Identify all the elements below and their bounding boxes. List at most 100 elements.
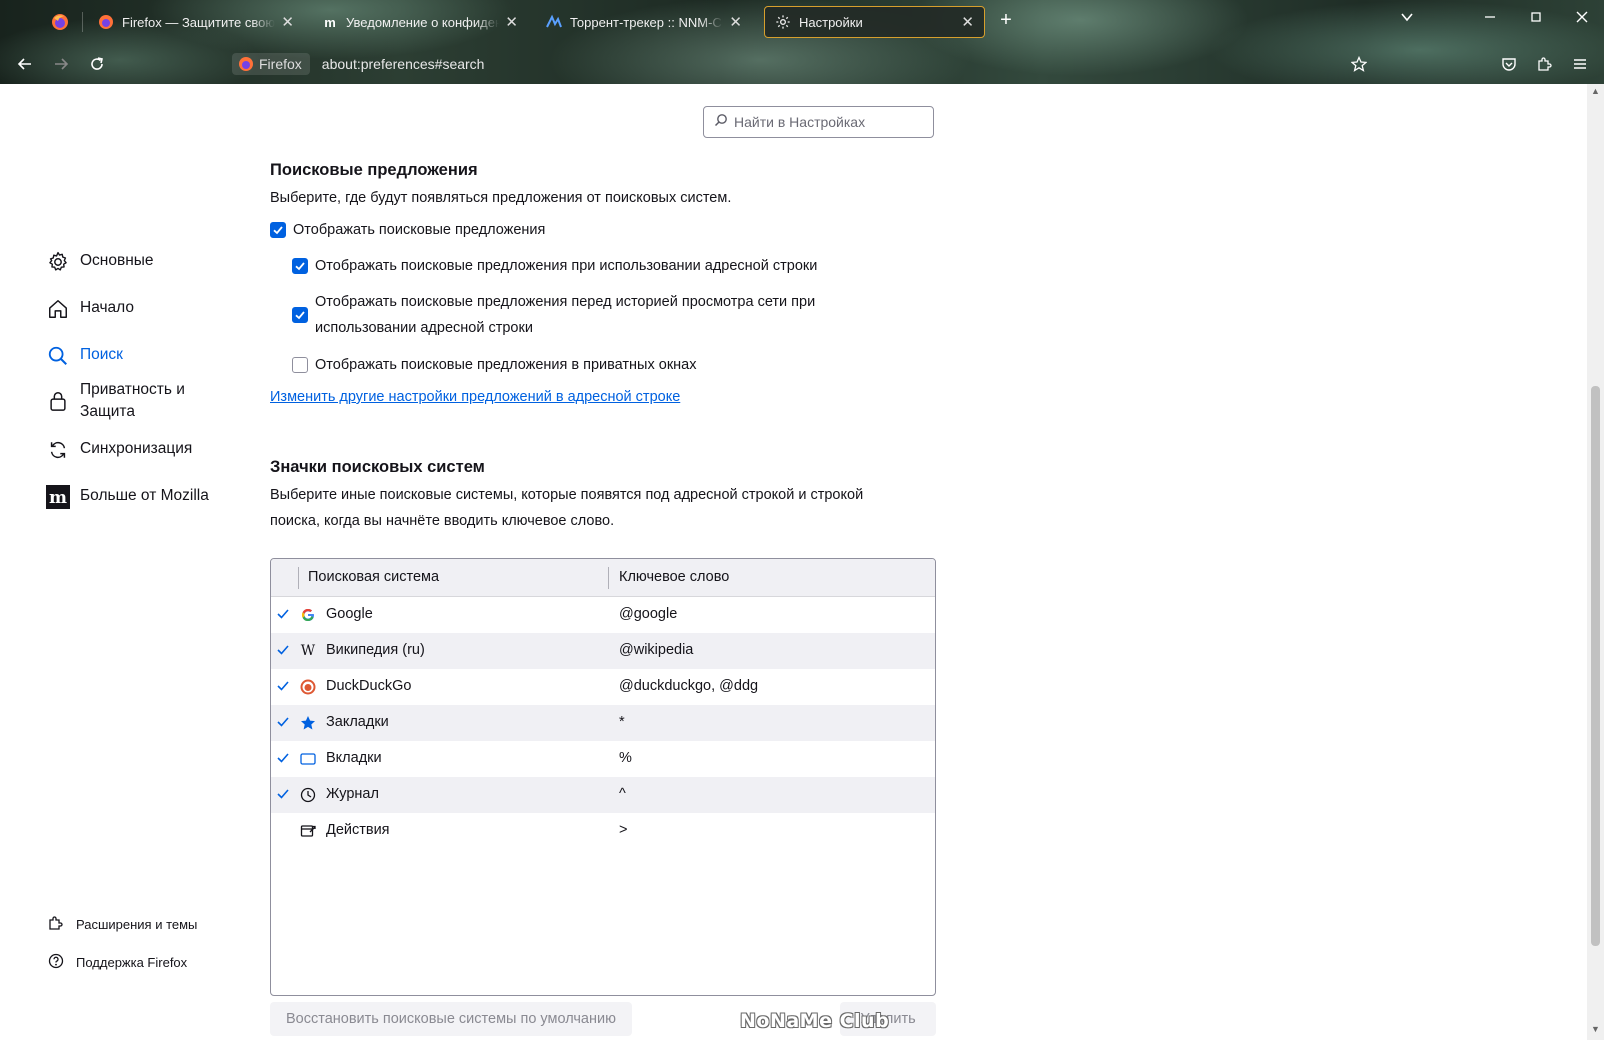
table-row[interactable]: Журнал ^ (271, 777, 935, 813)
scrollbar-thumb[interactable] (1591, 386, 1600, 946)
lock-icon (46, 389, 70, 413)
table-row[interactable]: W Википедия (ru) @wikipedia (271, 633, 935, 669)
menu-hamburger-icon[interactable] (1568, 52, 1592, 76)
urlbar-settings-link[interactable]: Изменить другие настройки предложений в … (270, 389, 680, 405)
wikipedia-icon: W (300, 643, 316, 659)
close-icon[interactable]: ✕ (505, 13, 518, 31)
scrollbar[interactable]: ▲ ▼ (1587, 84, 1604, 1040)
sync-icon (46, 438, 70, 462)
urlbar-suggestions-row[interactable]: Отображать поисковые предложения при исп… (292, 253, 817, 279)
tab-icon (299, 750, 317, 768)
table-row[interactable]: Закладки * (271, 705, 935, 741)
mozilla-m-icon: m (324, 14, 336, 30)
engine-keyword[interactable]: * (619, 714, 625, 730)
tab-privacy-notice[interactable]: m Уведомление о конфиденциальности ✕ (312, 6, 528, 38)
table-row[interactable]: Google @google (271, 597, 935, 633)
category-home[interactable]: Начало (46, 297, 256, 321)
engine-keyword[interactable]: @google (619, 606, 677, 622)
tab-title: Торрент-трекер :: NNM-Club (570, 14, 724, 30)
category-more-from-mozilla[interactable]: m Больше от Mozilla (46, 485, 256, 509)
category-label: Основные (80, 252, 154, 269)
gear-icon (46, 250, 70, 274)
before-history-checkbox[interactable] (292, 307, 308, 323)
engine-name: DuckDuckGo (326, 678, 412, 694)
identity-box[interactable]: Firefox (232, 53, 310, 75)
engine-keyword[interactable]: @duckduckgo, @ddg (619, 678, 758, 694)
category-search[interactable]: Поиск (46, 344, 256, 368)
new-tab-button[interactable]: + (994, 9, 1018, 32)
firefox-support-link[interactable]: Поддержка Firefox (48, 953, 248, 972)
engine-keyword[interactable]: > (619, 822, 627, 838)
extensions-themes-link[interactable]: Расширения и темы (48, 915, 248, 934)
tab-title: Уведомление о конфиденциальности (346, 14, 500, 30)
reload-icon[interactable] (85, 52, 109, 76)
puzzle-icon (48, 915, 64, 934)
column-keyword[interactable]: Ключевое слово (619, 569, 729, 585)
category-label: Начало (80, 299, 135, 316)
tab-nnm-club[interactable]: Торрент-трекер :: NNM-Club ✕ (536, 6, 752, 38)
checkmark-icon[interactable] (275, 678, 291, 694)
engine-keyword[interactable]: @wikipedia (619, 642, 693, 658)
home-icon (46, 297, 70, 321)
firefox-icon (98, 14, 114, 30)
checkmark-icon[interactable] (275, 642, 291, 658)
scroll-down-arrow-icon[interactable]: ▼ (1590, 1024, 1601, 1034)
scroll-up-arrow-icon[interactable]: ▲ (1590, 86, 1601, 96)
search-icon (714, 113, 728, 132)
table-row[interactable]: Вкладки % (271, 741, 935, 777)
settings-search-box[interactable] (703, 106, 934, 138)
checkmark-icon[interactable] (275, 714, 291, 730)
close-icon[interactable]: ✕ (961, 13, 974, 31)
restore-defaults-button[interactable]: Восстановить поисковые системы по умолча… (270, 1002, 632, 1036)
svg-text:m: m (49, 488, 67, 508)
category-sync[interactable]: Синхронизация (46, 438, 256, 462)
shortcuts-description: Выберите иные поисковые системы, которые… (270, 487, 864, 529)
table-row[interactable]: DuckDuckGo @duckduckgo, @ddg (271, 669, 935, 705)
checkmark-icon[interactable] (275, 606, 291, 622)
close-icon[interactable]: ✕ (281, 13, 294, 31)
category-privacy[interactable]: Приватность и Защита (46, 379, 256, 423)
tab-strip: Firefox — Защитите свою жизнь ✕ m Уведом… (0, 0, 1604, 44)
show-suggestions-checkbox[interactable] (270, 222, 286, 238)
engine-name: Google (326, 606, 373, 622)
back-arrow-icon[interactable] (13, 52, 37, 76)
tab-list-chevron-icon[interactable] (1395, 10, 1419, 29)
preferences-page: Основные Начало Поиск Приватность и Защи… (0, 84, 1604, 1040)
search-engines-table[interactable]: Поисковая система Ключевое слово Google … (270, 558, 936, 996)
url-text[interactable]: about:preferences#search (322, 56, 485, 72)
checkmark-icon[interactable] (275, 750, 291, 766)
category-label: Синхронизация (80, 440, 193, 457)
private-windows-checkbox[interactable] (292, 357, 308, 373)
address-bar[interactable]: Firefox about:preferences#search (232, 50, 484, 78)
actions-icon (299, 822, 317, 840)
suggestions-description: Выберите, где будут появляться предложен… (270, 190, 732, 206)
engine-name: Журнал (326, 786, 379, 802)
forward-arrow-icon[interactable] (49, 52, 73, 76)
settings-search-input[interactable] (734, 114, 924, 130)
before-history-row[interactable]: Отображать поисковые предложения перед и… (292, 289, 852, 341)
checkmark-icon[interactable] (275, 786, 291, 802)
urlbar-suggestions-checkbox[interactable] (292, 258, 308, 274)
column-engine[interactable]: Поисковая система (308, 569, 439, 585)
table-row[interactable]: Действия > (271, 813, 935, 849)
identity-label: Firefox (259, 56, 302, 72)
minimize-icon[interactable] (1478, 10, 1502, 28)
pocket-icon[interactable] (1497, 52, 1521, 76)
window-close-icon[interactable] (1570, 10, 1594, 28)
firefox-view-icon[interactable] (50, 12, 70, 32)
extensions-puzzle-icon[interactable] (1532, 52, 1556, 76)
star-icon (299, 714, 317, 732)
engine-keyword[interactable]: % (619, 750, 632, 766)
bookmark-star-icon[interactable] (1347, 52, 1371, 76)
private-windows-row[interactable]: Отображать поисковые предложения в прива… (292, 352, 697, 378)
maximize-icon[interactable] (1524, 10, 1548, 28)
engine-keyword[interactable]: ^ (619, 786, 626, 802)
category-label: Поиск (80, 346, 123, 363)
tab-settings[interactable]: Настройки ✕ (764, 6, 985, 38)
gear-icon (775, 14, 791, 30)
category-general[interactable]: Основные (46, 250, 256, 274)
nav-bar: Firefox about:preferences#search (0, 44, 1604, 84)
show-suggestions-row[interactable]: Отображать поисковые предложения (270, 217, 545, 243)
tab-firefox[interactable]: Firefox — Защитите свою жизнь ✕ (88, 6, 304, 38)
close-icon[interactable]: ✕ (729, 13, 742, 31)
